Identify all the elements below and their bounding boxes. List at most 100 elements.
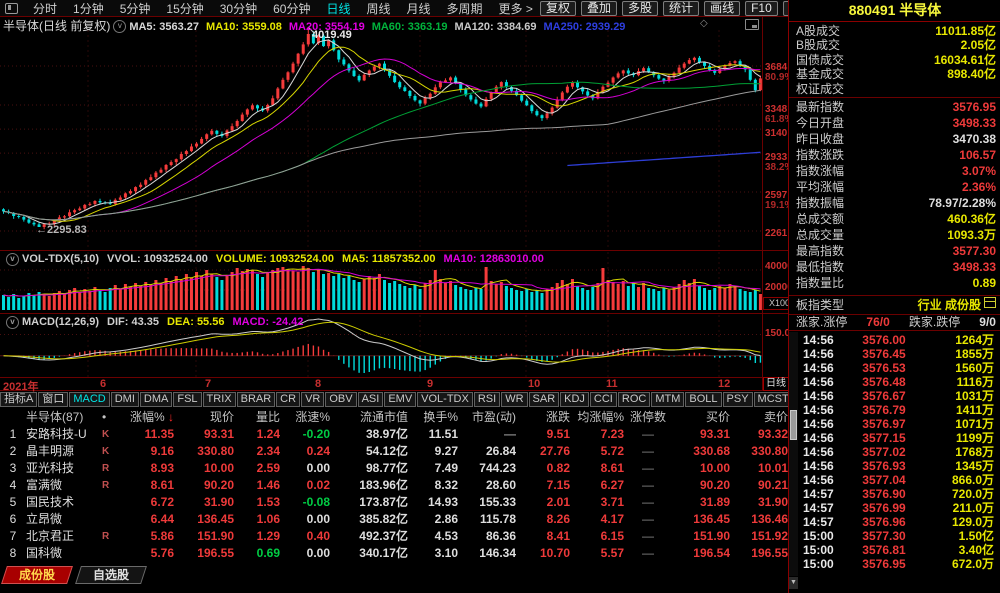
indicator-tab-ASI[interactable]: ASI bbox=[358, 392, 384, 407]
pane-divider bbox=[0, 250, 788, 251]
table-row[interactable]: 5国民技术6.7231.901.53-0.08173.87亿14.93155.3… bbox=[0, 494, 788, 511]
scrollbar-track[interactable] bbox=[789, 332, 798, 576]
period-tab-1分钟[interactable]: 1分钟 bbox=[65, 2, 112, 16]
column-header-涨幅%[interactable]: 涨幅% ↓ bbox=[122, 408, 174, 426]
column-header-买价[interactable]: 买价 bbox=[672, 408, 730, 426]
panel-divider bbox=[789, 314, 1000, 315]
collapse-icon[interactable]: v bbox=[6, 316, 19, 329]
indicator-tab-PSY[interactable]: PSY bbox=[723, 392, 753, 407]
toolbar-button-画线[interactable]: 画线 bbox=[704, 1, 740, 16]
table-row[interactable]: 8国科微5.76196.550.690.00340.17亿3.10146.341… bbox=[0, 545, 788, 562]
indicator-tab-指标A[interactable]: 指标A bbox=[0, 392, 37, 407]
tick-row: 14:573576.96129.0万 bbox=[799, 515, 997, 529]
indicator-tab-DMA[interactable]: DMA bbox=[140, 392, 172, 407]
symbol-header: 880491 半导体 bbox=[789, 0, 1000, 22]
price-axis-border bbox=[762, 16, 763, 391]
group-header: 半导体(87) bbox=[26, 408, 102, 426]
toolbar-button-多股[interactable]: 多股 bbox=[622, 1, 658, 16]
indicator-tab-MTM[interactable]: MTM bbox=[651, 392, 684, 407]
period-tab-15分钟[interactable]: 15分钟 bbox=[158, 2, 211, 16]
breadth-row: 涨家.涨停76/0跌家.跌停9/0 bbox=[789, 315, 1000, 330]
scroll-down-button[interactable]: ▼ bbox=[789, 577, 798, 589]
period-tab-多周期[interactable]: 多周期 bbox=[439, 2, 491, 16]
ma-value-labels: MA5: 3563.27MA10: 3559.08MA20: 3554.19MA… bbox=[129, 19, 632, 33]
column-header-现价[interactable]: 现价 bbox=[174, 408, 234, 426]
indicator-tab-MACD[interactable]: MACD bbox=[69, 392, 109, 407]
tab-constituents[interactable]: 成份股 bbox=[1, 566, 73, 584]
indicator-tab-WR[interactable]: WR bbox=[501, 392, 527, 407]
column-header-涨速%[interactable]: 涨速% bbox=[280, 408, 330, 426]
period-tab-30分钟[interactable]: 30分钟 bbox=[212, 2, 265, 16]
period-tab-月线[interactable]: 月线 bbox=[399, 2, 439, 16]
candlestick-chart[interactable] bbox=[0, 16, 762, 250]
quote-row-A股成交: A股成交11011.85亿 bbox=[789, 24, 1000, 38]
stock-name: 国民技术 bbox=[26, 494, 102, 511]
period-tab-分时[interactable]: 分时 bbox=[25, 2, 65, 16]
indicator-tab-OBV[interactable]: OBV bbox=[325, 392, 356, 407]
toolbar-button-复权[interactable]: 复权 bbox=[540, 1, 576, 16]
indicator-tab-TRIX[interactable]: TRIX bbox=[203, 392, 236, 407]
indicator-value-label: VVOL: 10932524.00 bbox=[107, 253, 208, 265]
quote-row-总成交量: 总成交量1093.3万 bbox=[789, 227, 1000, 243]
period-tab-5分钟[interactable]: 5分钟 bbox=[112, 2, 159, 16]
indicator-value-label: MA10: 12863010.00 bbox=[444, 253, 544, 265]
table-row[interactable]: 6立昂微6.44136.451.060.00385.82亿2.86115.788… bbox=[0, 511, 788, 528]
table-row[interactable]: 4富满微R8.6190.201.460.02183.96亿8.3228.607.… bbox=[0, 477, 788, 494]
column-header-换手%[interactable]: 换手% bbox=[408, 408, 458, 426]
table-row[interactable]: 2晶丰明源K9.16330.802.340.2454.12亿9.2726.842… bbox=[0, 443, 788, 460]
period-tab-周线[interactable]: 周线 bbox=[358, 2, 398, 16]
quote-row-国债成交: 国债成交16034.61亿 bbox=[789, 53, 1000, 67]
column-header-涨停数[interactable]: 涨停数 bbox=[624, 408, 672, 426]
indicator-tab-KDJ[interactable]: KDJ bbox=[560, 392, 589, 407]
chart-title: 半导体(日线 前复权) bbox=[3, 19, 110, 33]
collapse-icon[interactable]: v bbox=[113, 20, 126, 33]
period-tab-日线[interactable]: 日线 bbox=[318, 2, 358, 16]
tab-watchlist[interactable]: 自选股 bbox=[75, 566, 147, 584]
indicator-tab-CR[interactable]: CR bbox=[276, 392, 300, 407]
scrollbar-thumb[interactable] bbox=[790, 410, 797, 440]
indicator-tab-FSL[interactable]: FSL bbox=[173, 392, 201, 407]
indicator-tab-RSI[interactable]: RSI bbox=[474, 392, 500, 407]
indicator-tab-SAR[interactable]: SAR bbox=[529, 392, 560, 407]
column-header-卖价[interactable]: 卖价 bbox=[730, 408, 788, 426]
table-row[interactable]: 7北京君正R5.86151.901.290.40492.37亿4.5386.36… bbox=[0, 528, 788, 545]
pane-divider bbox=[0, 313, 788, 314]
toolbar-button-F10[interactable]: F10 bbox=[745, 1, 778, 16]
collapse-icon[interactable]: v bbox=[6, 253, 19, 266]
tick-row: 14:563577.151199万 bbox=[799, 431, 997, 445]
quote-row-指数量比: 指数量比0.89 bbox=[789, 275, 1000, 291]
column-header-均涨幅%[interactable]: 均涨幅% bbox=[570, 408, 624, 426]
indicator-tab-BOLL[interactable]: BOLL bbox=[685, 392, 721, 407]
quote-row-基金成交: 基金成交898.40亿 bbox=[789, 67, 1000, 81]
quote-row-最新指数: 最新指数3576.95 bbox=[789, 99, 1000, 115]
indicator-tab-EMV[interactable]: EMV bbox=[384, 392, 416, 407]
indicator-tab-ROC[interactable]: ROC bbox=[618, 392, 650, 407]
period-indicator-box[interactable]: 日线 bbox=[763, 377, 789, 391]
table-row[interactable]: 3亚光科技R8.9310.002.590.0098.77亿7.49744.230… bbox=[0, 460, 788, 477]
toolbar-button-统计[interactable]: 统计 bbox=[663, 1, 699, 16]
mini-window-icon[interactable] bbox=[745, 19, 759, 30]
column-header-涨跌[interactable]: 涨跌 bbox=[516, 408, 570, 426]
indicator-tab-DMI[interactable]: DMI bbox=[111, 392, 139, 407]
ma-label: MA10: 3559.08 bbox=[206, 21, 282, 33]
column-header-市盈(动)[interactable]: 市盈(动) bbox=[458, 408, 516, 426]
diamond-marker-icon[interactable]: ◇ bbox=[700, 18, 708, 29]
window-layout-icon[interactable] bbox=[5, 3, 18, 14]
period-tab-更多 >[interactable]: 更多 > bbox=[491, 2, 541, 16]
tick-row: 14:563576.791411万 bbox=[799, 403, 997, 417]
column-header-流通市值[interactable]: 流通市值 bbox=[330, 408, 408, 426]
toolbar-button-叠加[interactable]: 叠加 bbox=[581, 1, 617, 16]
stock-name: 北京君正 bbox=[26, 528, 102, 545]
indicator-tab-BRAR[interactable]: BRAR bbox=[237, 392, 276, 407]
indicator-tab-VR[interactable]: VR bbox=[301, 392, 324, 407]
indicator-tab-CCI[interactable]: CCI bbox=[590, 392, 617, 407]
table-row[interactable]: 1安路科技-UK11.3593.311.24-0.2038.97亿11.51—9… bbox=[0, 426, 788, 443]
indicator-value-label: MACD: -24.42 bbox=[232, 316, 303, 328]
period-tab-60分钟[interactable]: 60分钟 bbox=[265, 2, 318, 16]
tick-row: 14:563577.021768万 bbox=[799, 445, 997, 459]
indicator-tab-窗口[interactable]: 窗口 bbox=[38, 392, 68, 407]
indicator-tab-VOL-TDX[interactable]: VOL-TDX bbox=[417, 392, 473, 407]
column-header-量比[interactable]: 量比 bbox=[234, 408, 280, 426]
board-type-row[interactable]: 板指类型行业 成份股 bbox=[789, 297, 1000, 313]
indicator-tab-MCST[interactable]: MCST bbox=[754, 392, 788, 407]
